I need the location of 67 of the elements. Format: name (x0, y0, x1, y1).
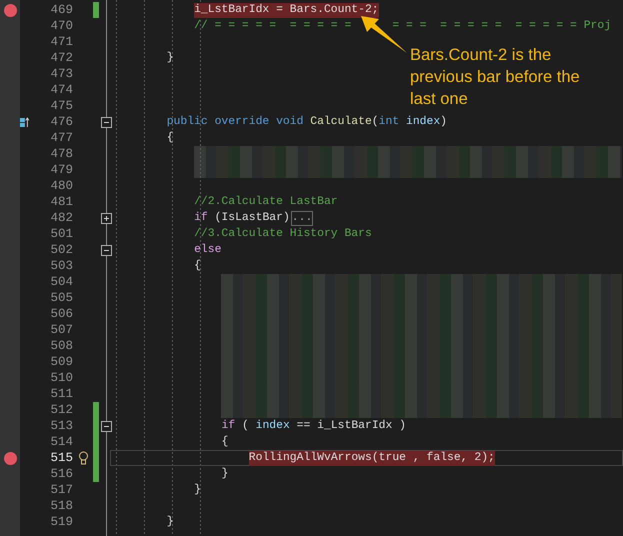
code-token: } (166, 50, 174, 66)
line-number: 501 (50, 227, 73, 241)
code-token: ( (372, 114, 379, 130)
code-token: ( (242, 418, 250, 434)
line-number: 519 (50, 515, 73, 529)
collapsed-code-marker[interactable]: ... (290, 210, 314, 226)
collapse-icon[interactable] (100, 116, 112, 128)
code-token: (IsLastBar) (214, 210, 290, 226)
line-number: 482 (50, 211, 73, 225)
code-token: == i_LstBarIdx ) (296, 418, 406, 434)
collapse-icon[interactable] (100, 420, 112, 432)
line-number: 502 (50, 243, 73, 257)
code-token: = = = = = = = = = = = = = Proj (392, 18, 612, 34)
code-token: Calculate (310, 114, 372, 130)
callout-text: Bars.Count-2 is the previous bar before the last one (410, 45, 581, 110)
code-token: index (406, 114, 440, 130)
code-token: { (166, 130, 174, 146)
line-number: 474 (50, 83, 73, 97)
line-number: 470 (50, 19, 73, 33)
line-number: 504 (50, 275, 73, 289)
line-number: 514 (50, 435, 73, 449)
line-number: 473 (50, 67, 73, 81)
line-number: 516 (50, 467, 73, 481)
expand-icon[interactable] (100, 212, 112, 224)
code-token: int (378, 114, 400, 130)
line-number: 511 (50, 387, 73, 401)
code-token: } (221, 466, 228, 482)
code-token: // = = = = = = = = = = (194, 18, 352, 34)
line-number: 517 (50, 483, 73, 497)
line-number: 472 (50, 51, 73, 65)
code-token: RollingAllWvArrows(true , false, 2); (248, 450, 495, 466)
line-number: 480 (50, 179, 73, 193)
line-number: 509 (50, 355, 73, 369)
code-token: else (194, 242, 222, 258)
code-token: //2.Calculate LastBar (194, 194, 338, 210)
code-token: } (166, 514, 174, 530)
code-token: { (194, 258, 201, 274)
line-number: 508 (50, 339, 73, 353)
code-token: if (221, 418, 236, 434)
line-number: 512 (50, 403, 73, 417)
code-token: public override void (166, 114, 304, 130)
line-number: 479 (50, 163, 73, 177)
line-number: 478 (50, 147, 73, 161)
line-number: 510 (50, 371, 73, 385)
line-number: 507 (50, 323, 73, 337)
line-number: 503 (50, 259, 73, 273)
code-token: index (256, 418, 290, 434)
line-number: 518 (50, 499, 73, 513)
code-token: //3.Calculate History Bars (194, 226, 372, 242)
collapse-icon[interactable] (100, 244, 112, 256)
line-number: 469 (50, 3, 73, 17)
line-number: 506 (50, 307, 73, 321)
line-number: 475 (50, 99, 73, 113)
line-number: 505 (50, 291, 73, 305)
lightbulb-icon[interactable] (78, 451, 88, 465)
code-token: } (194, 482, 201, 498)
code-token: { (221, 434, 228, 450)
line-number: 476 (50, 115, 73, 129)
line-number: 481 (50, 195, 73, 209)
code-token: i_LstBarIdx = Bars.Count-2; (194, 2, 379, 18)
code-token: if (194, 210, 209, 226)
debug-marker-icon[interactable] (20, 116, 29, 128)
line-number: 471 (50, 35, 73, 49)
code-token: ) (440, 114, 448, 130)
line-number: 515 (50, 451, 73, 465)
line-number: 513 (50, 419, 73, 433)
line-number: 477 (50, 131, 73, 145)
